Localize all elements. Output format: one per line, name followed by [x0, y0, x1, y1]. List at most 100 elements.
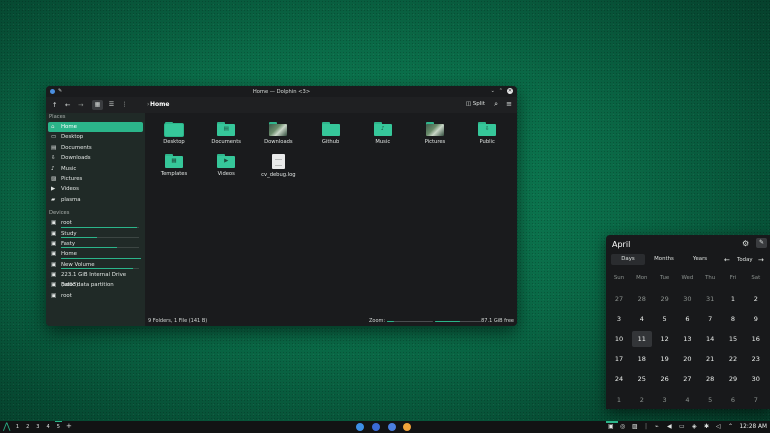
calendar-day[interactable]: 23 — [746, 351, 766, 367]
device-item[interactable]: ▣ root — [48, 218, 143, 228]
calendar-day[interactable]: 25 — [632, 371, 652, 387]
calendar-day[interactable]: 6 — [723, 392, 743, 408]
calendar-day[interactable]: 26 — [655, 371, 675, 387]
device-item[interactable]: ▣ root — [48, 291, 143, 301]
sidebar-item-desktop[interactable]: ▭ Desktop — [48, 132, 143, 142]
calendar-day[interactable]: 12 — [655, 331, 675, 347]
tab-days[interactable]: Days — [611, 254, 645, 265]
calendar-day[interactable]: 18 — [632, 351, 652, 367]
calendar-day[interactable]: 4 — [677, 392, 697, 408]
workspace-5[interactable]: 5 — [54, 421, 63, 431]
calendar-day[interactable]: 6 — [677, 311, 697, 327]
chromium-task-icon[interactable] — [388, 423, 396, 431]
zoom-slider[interactable] — [387, 320, 433, 322]
calendar-day[interactable]: 27 — [677, 371, 697, 387]
file-view[interactable]: Desktop ▤ Documents Downloads Github ♪ Music Pi… — [145, 113, 517, 316]
clipboard-icon[interactable]: ◎ — [620, 423, 625, 431]
folder-item[interactable]: ▦ Templates — [150, 153, 198, 177]
calendar-day[interactable]: 2 — [746, 291, 766, 307]
workspace-1[interactable]: 1 — [13, 423, 22, 431]
device-item[interactable]: ▣ Basic data partition — [48, 280, 143, 290]
forward-arrow-icon[interactable]: → — [78, 101, 83, 109]
add-workspace-button[interactable]: + — [66, 422, 72, 431]
calendar-day[interactable]: 14 — [700, 331, 720, 347]
calendar-day[interactable]: 30 — [677, 291, 697, 307]
folder-item[interactable]: Pictures — [411, 122, 459, 145]
calendar-day[interactable]: 31 — [700, 291, 720, 307]
calendar-day[interactable]: 28 — [700, 371, 720, 387]
device-item[interactable]: ▣ Fasty — [48, 239, 143, 249]
folder-item[interactable]: ▶ Videos — [202, 153, 250, 177]
calendar-day[interactable]: 2 — [632, 392, 652, 408]
calendar-day[interactable]: 5 — [700, 392, 720, 408]
calendar-day[interactable]: 5 — [655, 311, 675, 327]
speaker-icon[interactable]: ◁ — [716, 423, 721, 431]
calendar-day[interactable]: 22 — [723, 351, 743, 367]
folder-item[interactable]: Desktop — [150, 122, 198, 145]
minimize-icon[interactable]: ⌄ — [491, 88, 495, 94]
calendar-day[interactable]: 1 — [723, 291, 743, 307]
search-icon[interactable]: ⌕ — [494, 100, 498, 109]
breadcrumb[interactable]: Home — [150, 101, 169, 108]
sidebar-item-downloads[interactable]: ⇩ Downloads — [48, 153, 143, 163]
workspace-3[interactable]: 3 — [33, 423, 42, 431]
calendar-day[interactable]: 27 — [609, 291, 629, 307]
calendar-day[interactable]: 20 — [677, 351, 697, 367]
folder-item[interactable]: ⇩ Public — [463, 122, 511, 145]
calendar-day[interactable]: 29 — [723, 371, 743, 387]
browser-task-icon[interactable] — [372, 423, 380, 431]
details-view-button[interactable]: ☰ — [106, 100, 117, 110]
calendar-day[interactable]: 3 — [655, 392, 675, 408]
back-arrow-icon[interactable]: ← — [65, 101, 70, 109]
calendar-day[interactable]: 16 — [746, 331, 766, 347]
calendar-day[interactable]: 10 — [609, 331, 629, 347]
bluetooth-icon[interactable]: ✱ — [704, 423, 709, 431]
tree-view-button[interactable]: ⋮ — [119, 100, 130, 110]
firefox-task-icon[interactable] — [403, 423, 411, 431]
workspace-4[interactable]: 4 — [44, 423, 53, 431]
device-item[interactable]: ▣ 223.1 GiB Internal Drive (sdb3) — [48, 270, 143, 288]
file-item[interactable]: cv_debug.log — [254, 153, 302, 178]
calendar-day[interactable]: 9 — [746, 311, 766, 327]
close-icon[interactable]: ✕ — [507, 88, 513, 94]
split-button[interactable]: ◫ Split — [466, 101, 485, 107]
sidebar-item-pictures[interactable]: ▨ Pictures — [48, 174, 143, 184]
next-month-icon[interactable]: → — [758, 256, 764, 264]
calendar-day[interactable]: 7 — [746, 392, 766, 408]
network-icon[interactable]: ◈ — [692, 423, 697, 431]
volume-icon[interactable]: ◀ — [667, 423, 672, 431]
calendar-day[interactable]: 3 — [609, 311, 629, 327]
sidebar-item-music[interactable]: ♪ Music — [48, 164, 143, 174]
titlebar[interactable]: ✎ Home — Dolphin <3> ⌄ ⌃ ✕ — [46, 86, 517, 97]
calendar-day[interactable]: 13 — [677, 331, 697, 347]
hamburger-menu-icon[interactable]: ≡ — [506, 100, 512, 108]
calendar-day[interactable]: 30 — [746, 371, 766, 387]
calendar-day[interactable]: 29 — [655, 291, 675, 307]
paperclip-icon[interactable]: ⌁ — [655, 423, 659, 431]
clock[interactable]: 12:28 AM — [739, 424, 767, 430]
device-item[interactable]: ▣ Home — [48, 249, 143, 259]
folder-item[interactable]: ▤ Documents — [202, 122, 250, 145]
image-icon[interactable]: ▨ — [632, 423, 638, 431]
sidebar-item-home[interactable]: ⌂ Home — [48, 122, 143, 133]
sidebar-item-videos[interactable]: ▶ Videos — [48, 184, 143, 194]
tab-years[interactable]: Years — [683, 254, 717, 265]
sidebar-item-plasma[interactable]: ▰ plasma — [48, 195, 143, 205]
maximize-icon[interactable]: ⌃ — [499, 88, 503, 94]
sidebar-item-documents[interactable]: ▤ Documents — [48, 143, 143, 153]
device-item[interactable]: ▣ New Volume — [48, 260, 143, 270]
launcher-icon[interactable]: ⋀ — [3, 422, 10, 432]
calendar-tray-icon[interactable]: ▣ — [608, 423, 614, 431]
calendar-day[interactable]: 24 — [609, 371, 629, 387]
calendar-day[interactable]: 4 — [632, 311, 652, 327]
calendar-day[interactable]: 8 — [723, 311, 743, 327]
battery-icon[interactable]: ▭ — [679, 423, 685, 431]
previous-month-icon[interactable]: ← — [724, 256, 730, 264]
folder-item[interactable]: ♪ Music — [359, 122, 407, 145]
workspace-2[interactable]: 2 — [23, 423, 32, 431]
folder-item[interactable]: Github — [307, 122, 355, 145]
tab-months[interactable]: Months — [647, 254, 681, 265]
calendar-day[interactable]: 7 — [700, 311, 720, 327]
up-arrow-icon[interactable]: ↑ — [52, 101, 57, 109]
today-button[interactable]: Today — [737, 257, 753, 263]
